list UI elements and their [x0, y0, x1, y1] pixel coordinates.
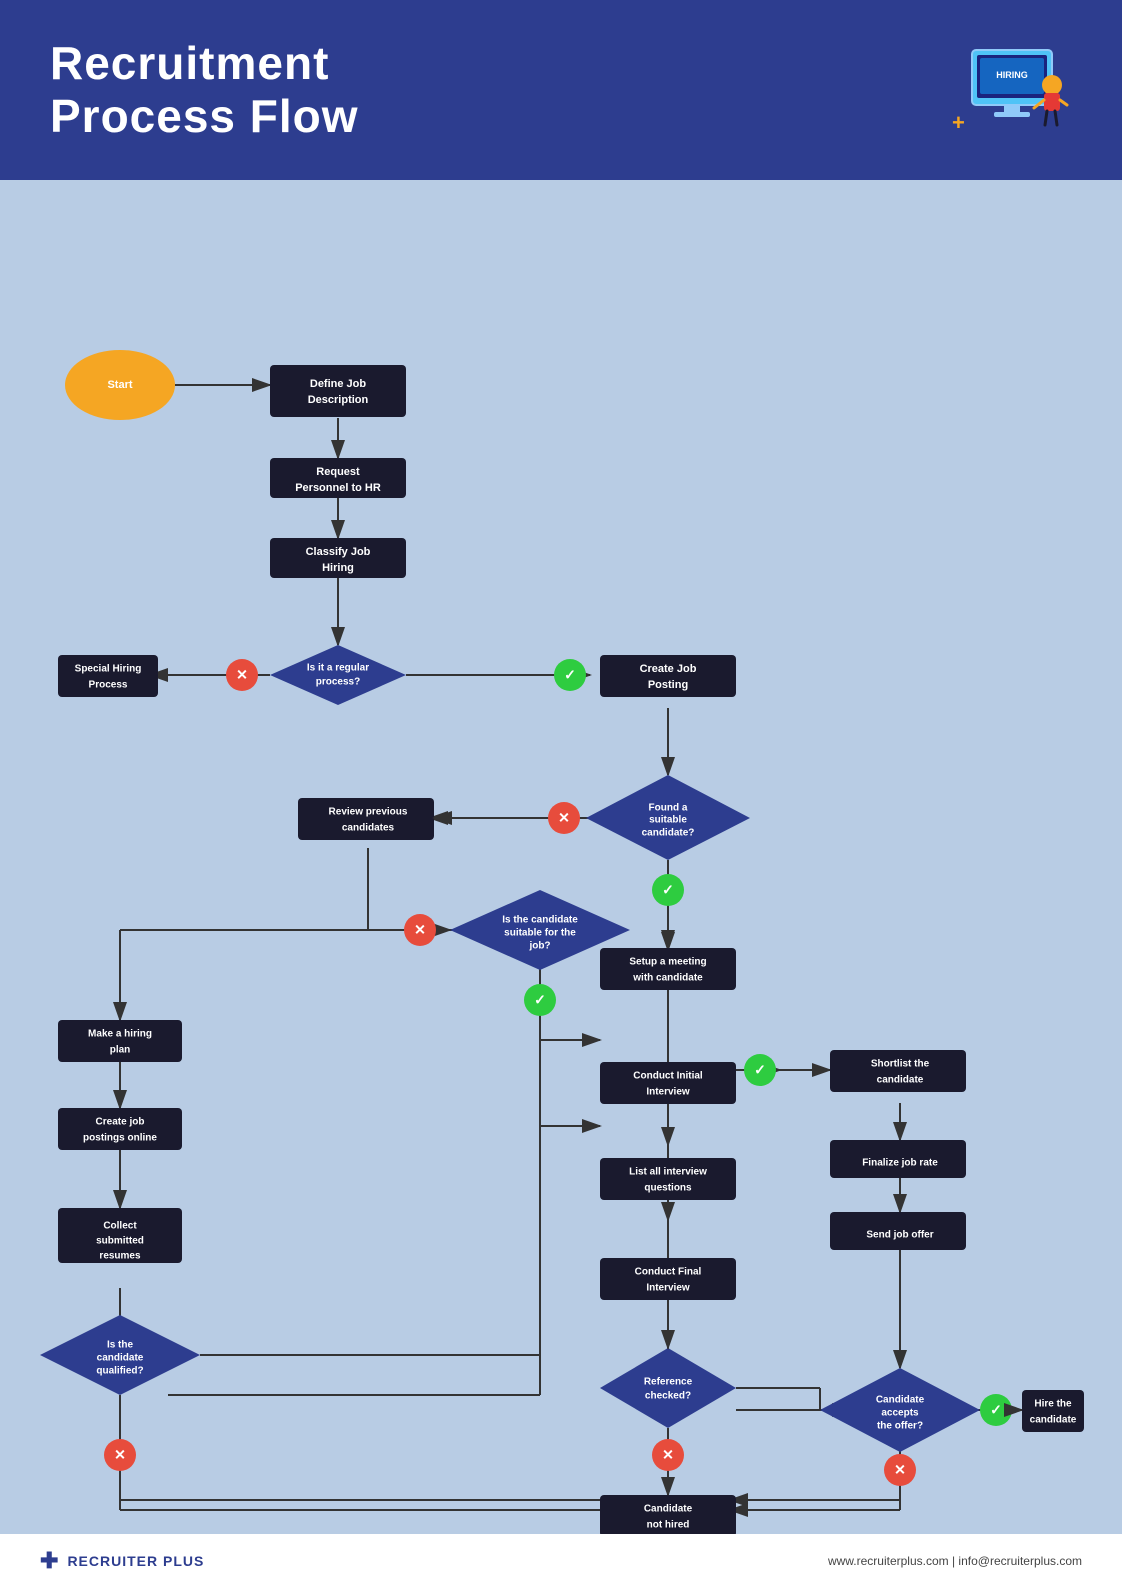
svg-text:✕: ✕	[236, 667, 248, 683]
svg-text:qualified?: qualified?	[96, 1366, 143, 1377]
list-questions-node	[600, 1158, 736, 1200]
svg-text:resumes: resumes	[99, 1251, 141, 1262]
svg-text:suitable: suitable	[649, 815, 687, 826]
conduct-final-node	[600, 1258, 736, 1300]
svg-text:Interview: Interview	[646, 1087, 690, 1098]
svg-text:Is the candidate: Is the candidate	[502, 915, 578, 926]
svg-text:with candidate: with candidate	[632, 973, 703, 984]
svg-text:candidates: candidates	[342, 823, 395, 834]
svg-text:Is it a regular: Is it a regular	[307, 663, 369, 674]
svg-text:Candidate: Candidate	[644, 1504, 693, 1515]
make-hiring-plan-node	[58, 1020, 182, 1062]
define-job-node	[270, 365, 406, 417]
svg-text:Process: Process	[89, 680, 128, 691]
svg-text:Classify Job: Classify Job	[306, 546, 371, 558]
svg-text:Shortlist the: Shortlist the	[871, 1059, 930, 1070]
svg-text:✕: ✕	[114, 1447, 126, 1463]
svg-text:candidate: candidate	[97, 1353, 144, 1364]
svg-text:accepts: accepts	[881, 1408, 919, 1419]
svg-text:Create job: Create job	[96, 1117, 145, 1128]
svg-text:Special Hiring: Special Hiring	[75, 664, 142, 675]
svg-text:Conduct Initial: Conduct Initial	[633, 1071, 703, 1082]
svg-text:Interview: Interview	[646, 1283, 690, 1294]
flowchart-svg: Start Define Job Description Request Per…	[30, 200, 1092, 1540]
svg-text:postings online: postings online	[83, 1133, 157, 1144]
svg-text:✕: ✕	[558, 810, 570, 826]
footer-contact: www.recruiterplus.com | info@recruiterpl…	[828, 1554, 1082, 1568]
footer-logo-text: RECRUITER PLUS	[67, 1553, 204, 1569]
svg-text:Create Job: Create Job	[640, 663, 697, 675]
svg-text:✓: ✓	[754, 1062, 766, 1078]
conduct-initial-node	[600, 1062, 736, 1104]
create-job-postings-node	[58, 1108, 182, 1150]
footer-logo: ✚ RECRUITER PLUS	[40, 1548, 204, 1574]
svg-text:Candidate: Candidate	[876, 1395, 925, 1406]
flow-area: Start Define Job Description Request Per…	[0, 180, 1122, 1565]
svg-text:suitable for the: suitable for the	[504, 928, 576, 939]
shortlist-node	[830, 1050, 966, 1092]
svg-text:not hired: not hired	[647, 1520, 690, 1531]
header-title: Recruitment Process Flow	[50, 37, 359, 143]
svg-text:candidate?: candidate?	[642, 828, 695, 839]
start-label: Start	[107, 379, 132, 391]
svg-text:Make a hiring: Make a hiring	[88, 1029, 152, 1040]
svg-text:plan: plan	[110, 1045, 131, 1056]
svg-text:questions: questions	[644, 1183, 692, 1194]
special-hiring-node	[58, 655, 158, 697]
svg-text:✓: ✓	[990, 1402, 1002, 1418]
svg-text:✓: ✓	[564, 667, 576, 683]
svg-text:Collect: Collect	[103, 1221, 137, 1232]
svg-text:Description: Description	[308, 394, 369, 406]
svg-text:candidate: candidate	[1030, 1415, 1077, 1426]
svg-text:the offer?: the offer?	[877, 1421, 923, 1432]
svg-text:candidate: candidate	[877, 1075, 924, 1086]
svg-text:✓: ✓	[534, 992, 546, 1008]
review-candidates-node	[298, 798, 434, 840]
svg-text:Setup a meeting: Setup a meeting	[629, 957, 706, 968]
plus-icon: ✚	[40, 1548, 59, 1574]
svg-text:Hire the: Hire the	[1034, 1399, 1072, 1410]
svg-text:Conduct Final: Conduct Final	[635, 1267, 702, 1278]
reference-checked-node	[600, 1348, 736, 1428]
svg-text:+: +	[952, 110, 965, 135]
svg-text:Reference: Reference	[644, 1377, 693, 1388]
svg-text:process?: process?	[316, 677, 360, 688]
svg-text:HIRING: HIRING	[996, 70, 1028, 80]
svg-text:List all interview: List all interview	[629, 1167, 707, 1178]
svg-text:Is the: Is the	[107, 1340, 134, 1351]
define-job-label: Define Job	[310, 378, 367, 390]
header: Recruitment Process Flow HIRING +	[0, 0, 1122, 180]
hire-candidate-node	[1022, 1390, 1084, 1432]
svg-text:Request: Request	[316, 466, 360, 478]
candidate-not-hired-node	[600, 1495, 736, 1537]
svg-text:Found a: Found a	[649, 803, 688, 814]
svg-text:Review previous: Review previous	[329, 807, 408, 818]
svg-text:Finalize job rate: Finalize job rate	[862, 1158, 938, 1169]
svg-text:✕: ✕	[662, 1447, 674, 1463]
header-illustration: HIRING +	[922, 30, 1082, 150]
svg-text:✕: ✕	[894, 1462, 906, 1478]
svg-text:checked?: checked?	[645, 1391, 691, 1402]
svg-text:submitted: submitted	[96, 1236, 144, 1247]
svg-text:job?: job?	[528, 941, 550, 952]
setup-meeting-node	[600, 948, 736, 990]
svg-text:Hiring: Hiring	[322, 562, 354, 574]
svg-text:Posting: Posting	[648, 679, 688, 691]
svg-text:Personnel to HR: Personnel to HR	[295, 482, 381, 494]
is-regular-node	[270, 645, 406, 705]
svg-text:✓: ✓	[662, 882, 674, 898]
svg-text:Send job offer: Send job offer	[866, 1230, 933, 1241]
footer: ✚ RECRUITER PLUS www.recruiterplus.com |…	[0, 1534, 1122, 1588]
svg-text:✕: ✕	[414, 922, 426, 938]
